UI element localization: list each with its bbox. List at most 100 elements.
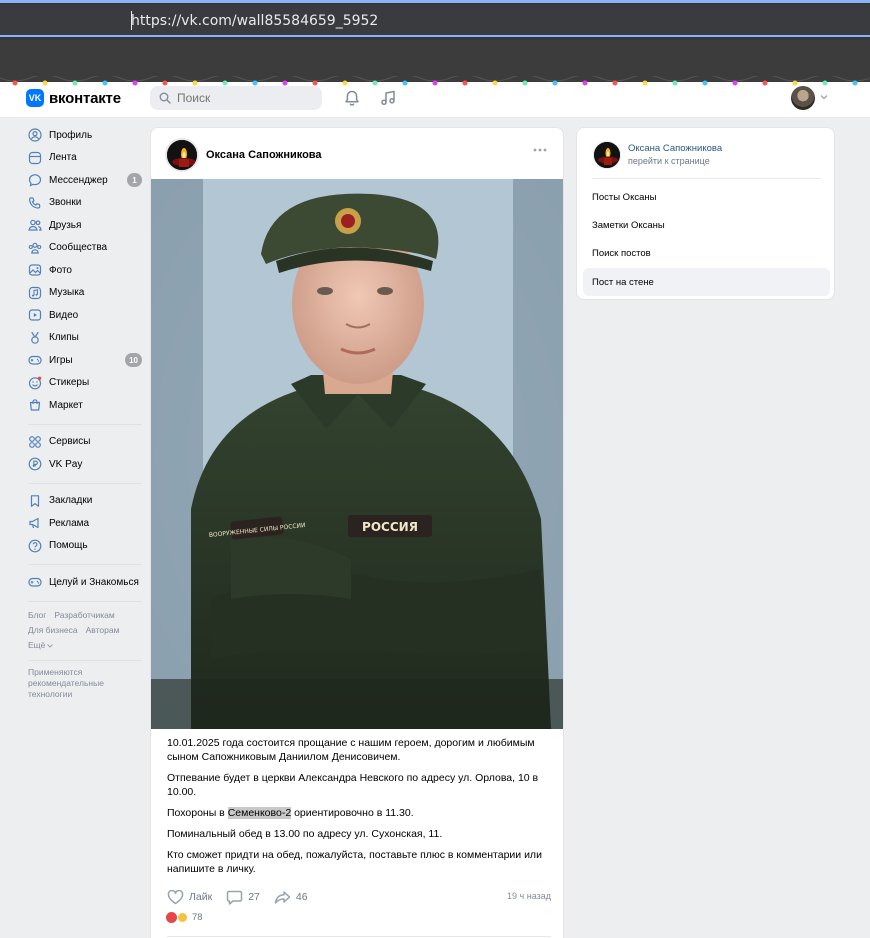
footer-links: Блог Разработчикам Для бизнеса Авторам Ещё (22, 608, 148, 653)
garland-decoration (0, 76, 870, 86)
video-icon (28, 309, 42, 321)
post-photo[interactable]: РОССИЯ ВООРУЖЕННЫЕ СИЛЫ РОССИИ (151, 179, 563, 729)
games-icon (28, 356, 42, 365)
sidebar-item-games[interactable]: Игры 10 (22, 349, 148, 372)
comment-icon (226, 890, 243, 905)
recommendation-note[interactable]: Применяются рекомендательные технологии (22, 667, 132, 700)
sidebar-item-photos[interactable]: Фото (22, 259, 148, 282)
footer-link-authors[interactable]: Авторам (86, 625, 120, 635)
music-icon[interactable] (379, 89, 397, 107)
nav-group-apps: Целуй и Знакомься (22, 571, 148, 594)
post-paragraph-text: ориентировочно в 11.30. (294, 807, 414, 819)
wall-post: Оксана Сапожникова РОССИЯ ВООРУЖЕННЫЕ СИ… (150, 127, 564, 938)
garland-bulb (492, 80, 498, 86)
footer-link-more[interactable]: Ещё (28, 640, 54, 650)
garland-bulb (102, 80, 108, 86)
messenger-icon (28, 174, 42, 187)
menu-item-wall-post[interactable]: Пост на стене (583, 267, 830, 297)
reactions-summary[interactable]: 78 (166, 912, 203, 923)
sidebar-item-label: Маркет (49, 399, 83, 411)
post-paragraph-text: Похороны в (167, 807, 225, 819)
garland-bulb (762, 80, 768, 86)
sidebar-item-music[interactable]: Музыка (22, 282, 148, 305)
garland-bulb (462, 80, 468, 86)
sidebar-item-label: Реклама (49, 517, 90, 529)
garland-bulb (72, 80, 78, 86)
services-icon (29, 435, 41, 448)
search-input[interactable] (177, 91, 307, 105)
like-button[interactable]: Лайк (167, 889, 213, 905)
sidebar-item-vkpay[interactable]: VK Pay (22, 453, 148, 476)
sidebar-item-video[interactable]: Видео (22, 304, 148, 327)
soldier-portrait: РОССИЯ ВООРУЖЕННЫЕ СИЛЫ РОССИИ (151, 179, 563, 729)
garland-bulb (252, 80, 258, 86)
nav-divider (28, 482, 142, 484)
garland-bulb (282, 80, 288, 86)
help-icon (28, 539, 42, 553)
author-card-header[interactable]: Оксана Сапожникова перейти к странице (593, 141, 722, 169)
address-bar[interactable]: https://vk.com/wall85584659_5952 (0, 5, 870, 37)
garland-bulb (312, 80, 318, 86)
author-card-name[interactable]: Оксана Сапожникова (628, 143, 722, 155)
sidebar-item-game-app[interactable]: Целуй и Знакомься (22, 571, 148, 594)
post-text: 10.01.2025 года состоится прощание с наш… (167, 736, 559, 883)
share-button[interactable]: 46 (274, 890, 308, 905)
games-badge: 10 (125, 353, 142, 367)
reactions-count: 78 (192, 912, 203, 923)
sidebar-item-bookmarks[interactable]: Закладки (22, 490, 148, 513)
sidebar-item-feed[interactable]: Лента (22, 147, 148, 170)
heart-reaction-icon (166, 912, 177, 923)
more-options-icon[interactable] (533, 148, 547, 152)
sidebar-item-ads[interactable]: Реклама (22, 512, 148, 535)
bell-icon[interactable] (343, 89, 361, 107)
vk-logo-text: вконтакте (49, 89, 121, 107)
bookmark-icon (30, 494, 40, 507)
author-avatar[interactable] (593, 141, 621, 169)
vk-logo[interactable]: VK вконтакте (26, 89, 121, 107)
vkpay-icon (28, 457, 42, 471)
footer-link-business[interactable]: Для бизнеса (28, 625, 78, 635)
sidebar-item-label: Фото (49, 264, 72, 276)
sidebar-item-label: Игры (49, 354, 73, 366)
menu-item-notes[interactable]: Заметки Оксаны (583, 211, 830, 239)
share-count: 46 (295, 891, 308, 903)
smile-reaction-icon (177, 912, 188, 923)
nav-group-misc: Закладки Реклама Помощь (22, 490, 148, 558)
author-card-divider (593, 178, 821, 179)
sidebar-item-clips[interactable]: Клипы (22, 327, 148, 350)
garland-bulb (642, 80, 648, 86)
sidebar-item-communities[interactable]: Сообщества (22, 237, 148, 260)
chevron-down-icon[interactable] (820, 94, 828, 100)
sidebar-item-market[interactable]: Маркет (22, 394, 148, 417)
sidebar-item-stickers[interactable]: Стикеры (22, 372, 148, 395)
sidebar-item-label: VK Pay (49, 458, 83, 470)
post-header: Оксана Сапожникова (165, 138, 322, 172)
search-icon (159, 92, 171, 104)
like-label: Лайк (189, 891, 213, 903)
comment-button[interactable]: 27 (226, 890, 260, 905)
garland-bulb (582, 80, 588, 86)
nav-group-services: Сервисы VK Pay (22, 431, 148, 476)
sidebar-item-profile[interactable]: Профиль (22, 124, 148, 147)
sidebar-item-calls[interactable]: Звонки (22, 192, 148, 215)
url-text[interactable]: https://vk.com/wall85584659_5952 (131, 13, 378, 29)
post-author-avatar[interactable] (165, 138, 199, 172)
post-author-name[interactable]: Оксана Сапожникова (206, 149, 322, 161)
photo-icon (28, 264, 42, 276)
sidebar-item-messenger[interactable]: Мессенджер 1 (22, 169, 148, 192)
author-card: Оксана Сапожникова перейти к странице По… (576, 127, 835, 300)
menu-item-search-posts[interactable]: Поиск постов (583, 240, 830, 268)
profile-icon (28, 128, 42, 142)
garland-bulb (612, 80, 618, 86)
sidebar-item-help[interactable]: Помощь (22, 535, 148, 558)
sidebar-item-services[interactable]: Сервисы (22, 431, 148, 454)
menu-item-posts[interactable]: Посты Оксаны (583, 183, 830, 211)
sidebar-item-friends[interactable]: Друзья (22, 214, 148, 237)
uniform-patch-text: РОССИЯ (362, 520, 418, 534)
post-timestamp[interactable]: 19 ч назад (507, 891, 551, 901)
communities-icon (28, 242, 42, 254)
author-card-subtitle[interactable]: перейти к странице (628, 155, 722, 167)
footer-link-developers[interactable]: Разработчикам (54, 610, 114, 620)
footer-link-blog[interactable]: Блог (28, 610, 46, 620)
nav-divider (28, 423, 142, 425)
